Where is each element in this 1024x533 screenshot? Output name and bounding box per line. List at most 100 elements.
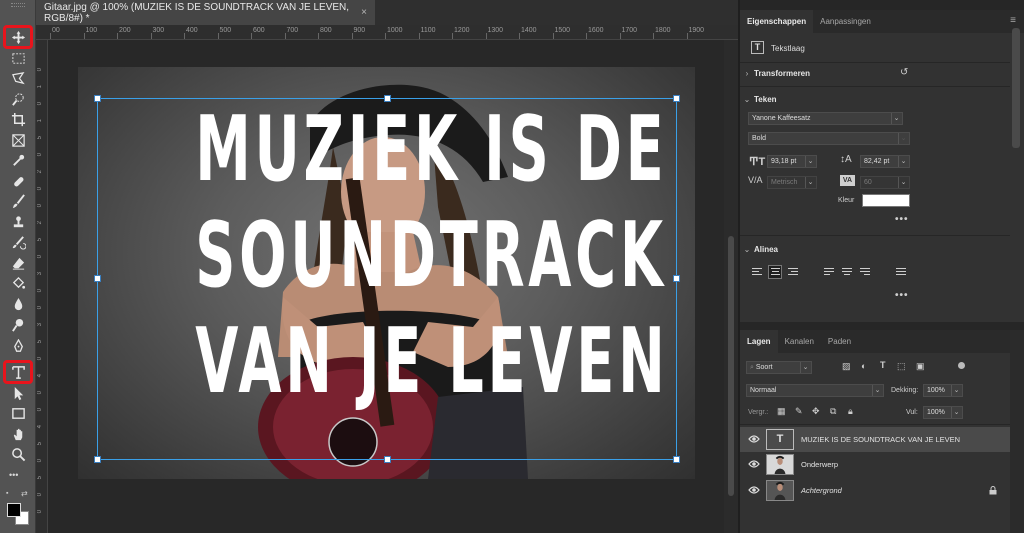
swap-colors-icon[interactable]: ⇄ [21,489,28,498]
layer-name: Achtergrond [801,486,842,495]
lock-all-icon[interactable]: 🔒︎ [848,406,853,417]
visibility-eye-icon[interactable] [748,459,760,469]
visibility-eye-icon[interactable] [748,485,760,495]
tab-kanalen[interactable]: Kanalen [778,330,821,353]
ruler-label: 0 [37,510,43,514]
ruler-label: 0 [37,255,43,259]
healing-brush-tool-icon[interactable] [5,171,31,191]
eyedropper-tool-icon[interactable] [5,150,31,170]
font-style-select[interactable]: Bold ⌄ [748,132,910,145]
justify-last-center-icon[interactable] [840,265,854,279]
justify-all-icon[interactable] [894,265,908,279]
layer-row[interactable]: T MUZIEK IS DE SOUNDTRACK VAN JE LEVEN [740,427,1010,452]
tab-paden[interactable]: Paden [821,330,858,353]
leading-icon: ↕A [840,154,852,165]
character-section-header[interactable]: ⌄ Teken [740,95,1010,104]
ruler-tick [251,33,252,39]
scrollbar-thumb[interactable] [728,236,734,496]
filter-pixel-icon[interactable]: ▨ [842,361,851,372]
align-center-icon[interactable] [768,265,782,279]
tracking-field[interactable]: 60 ⌄ [860,176,910,189]
ruler-label: 0 [37,102,43,106]
ruler-tick [552,33,554,39]
ruler-tick [385,33,386,39]
crop-tool-icon[interactable] [5,109,31,129]
filter-toggle-icon[interactable] [958,362,965,369]
dodge-tool-icon[interactable] [5,315,31,335]
lock-artboard-icon[interactable]: ⧉ [830,406,836,417]
transform-section-header[interactable]: › Transformeren [740,69,1010,78]
eraser-tool-icon[interactable] [5,253,31,273]
brush-tool-icon[interactable] [5,191,31,211]
tab-lagen[interactable]: Lagen [740,330,778,353]
opacity-field[interactable]: 100% ⌄ [923,384,963,397]
paint-bucket-tool-icon[interactable] [5,273,31,293]
foreground-color-swatch[interactable] [7,503,21,517]
text-color-swatch[interactable] [862,194,910,207]
ruler-tick [619,33,621,39]
font-size-field[interactable]: 93,18 pt ⌄ [767,155,817,168]
zoom-tool-icon[interactable] [5,444,31,464]
pen-tool-icon[interactable] [5,336,31,356]
lock-image-icon[interactable]: ✎ [795,406,803,417]
reset-transform-icon[interactable]: ↺ [900,67,908,78]
canvas-scrollbar[interactable] [724,40,738,533]
ruler-label: 0 [37,459,43,463]
tab-eigenschappen[interactable]: Eigenschappen [740,10,814,33]
ruler-label: 800 [320,27,332,34]
document-canvas[interactable]: MUZIEK IS DE SOUNDTRACK VAN JE LEVEN [78,67,695,479]
blur-tool-icon[interactable] [5,294,31,314]
properties-tabs: Eigenschappen Aanpassingen ≡ [740,10,1024,33]
hand-tool-icon[interactable] [5,424,31,444]
history-brush-tool-icon[interactable] [5,232,31,252]
blend-mode-select[interactable]: Normaal ⌄ [746,384,884,397]
ruler-label: 1900 [688,27,705,34]
font-family-select[interactable]: Yanone Kaffeesatz ⌄ [748,112,903,125]
document-tab-title: Gitaar.jpg @ 100% (MUZIEK IS DE SOUNDTRA… [44,1,350,24]
lock-label: Vergr.: [748,409,769,416]
rectangle-tool-icon[interactable] [5,403,31,423]
filter-adjustment-icon[interactable]: ◐ [861,361,866,371]
marquee-tool-icon[interactable] [5,48,31,68]
panel-gap [740,322,1024,330]
clone-stamp-tool-icon[interactable] [5,212,31,232]
leading-field[interactable]: 82,42 pt ⌄ [860,155,910,168]
filter-type-icon[interactable]: T [880,360,886,370]
ruler-label: 300 [152,27,165,34]
frame-tool-icon[interactable] [5,130,31,150]
tab-aanpassingen[interactable]: Aanpassingen [813,10,878,33]
default-colors-icon[interactable]: ▪ [6,490,8,497]
quick-selection-tool-icon[interactable] [5,89,31,109]
lasso-tool-icon[interactable] [5,68,31,88]
text-layer-content[interactable]: MUZIEK IS DE SOUNDTRACK VAN JE LEVEN [195,97,665,415]
fill-field[interactable]: 100% ⌄ [923,406,963,419]
layer-row[interactable]: Onderwerp [740,452,1010,477]
filter-smart-object-icon[interactable]: ▣ [916,361,925,372]
type-tool-icon[interactable] [3,360,33,384]
align-right-icon[interactable] [786,265,800,279]
align-left-icon[interactable] [750,265,764,279]
move-tool-icon[interactable] [3,25,33,49]
kerning-field[interactable]: Metrisch ⌄ [767,176,817,189]
layers-scrollbar[interactable] [1010,330,1024,533]
justify-last-left-icon[interactable] [822,265,836,279]
layer-filter-select[interactable]: ⌕ Soort ⌄ [746,361,812,374]
paragraph-more-options-icon[interactable]: ••• [895,290,909,301]
visibility-eye-icon[interactable] [748,434,760,444]
more-tools-icon[interactable]: ••• [9,470,18,480]
horizontal-ruler: 00 100 200 300 400 500 600 700 800 900 1000 1100 120… [36,25,738,40]
ruler-label: 1100 [420,27,436,34]
more-options-icon[interactable]: ••• [895,214,909,225]
path-selection-tool-icon[interactable] [5,383,31,403]
lock-transparent-icon[interactable]: ▦ [777,406,786,417]
panel-grip[interactable] [11,3,25,7]
lock-position-icon[interactable]: ✥ [812,406,820,417]
ruler-label: 0 [37,289,43,293]
paragraph-section-header[interactable]: ⌄ Alinea [740,245,1010,254]
close-icon[interactable]: × [361,7,367,18]
properties-scrollbar[interactable] [1012,28,1020,148]
filter-shape-icon[interactable]: ⬚ [897,361,906,372]
layer-row[interactable]: Achtergrond [740,478,1010,503]
justify-last-right-icon[interactable] [858,265,872,279]
document-tab[interactable]: Gitaar.jpg @ 100% (MUZIEK IS DE SOUNDTRA… [36,0,375,25]
